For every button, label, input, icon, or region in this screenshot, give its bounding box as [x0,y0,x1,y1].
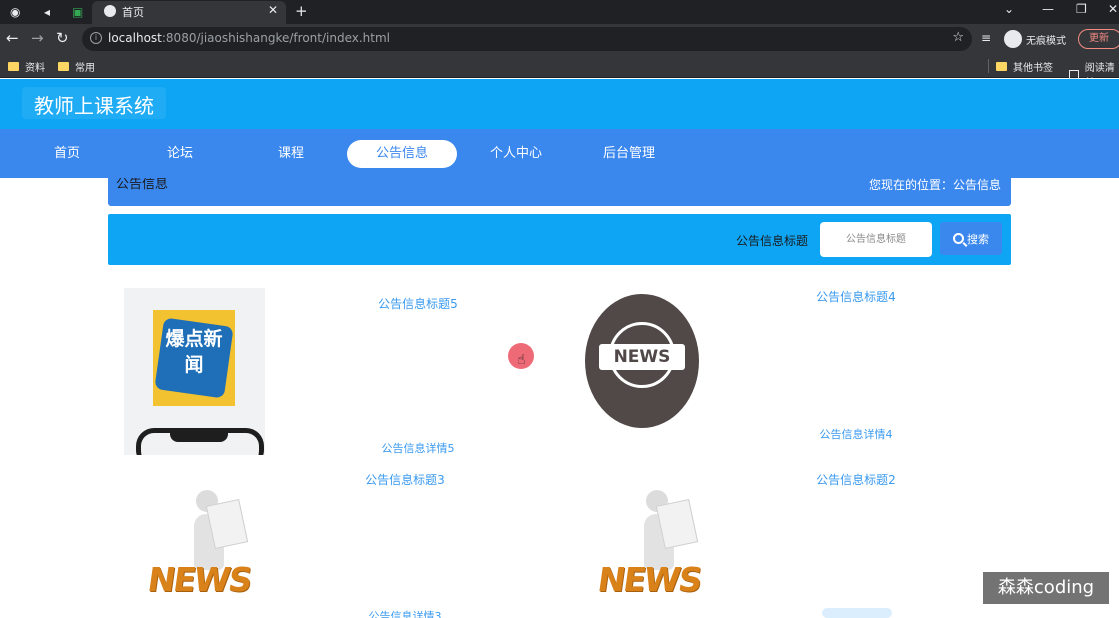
page-content: 公告信息 您现在的位置：公告信息 公告信息标题 搜索 爆点新闻 公告信息标题5 … [0,178,1119,618]
nav-home[interactable]: 首页 [12,140,122,168]
main-nav: 首页 论坛 课程 公告信息 个人中心 后台管理 [0,129,1119,178]
phone-notch [170,432,228,442]
news-badge: 爆点新闻 [153,310,235,406]
folder-icon [58,62,69,71]
site-title: 教师上课系统 [22,87,166,119]
folder-icon [8,62,19,71]
card-detail-placeholder[interactable] [822,608,892,618]
hand-cursor-icon: ☝ [517,352,526,368]
search-button-label: 搜索 [967,232,989,246]
back-icon[interactable]: ← [6,30,19,46]
card-detail[interactable]: 公告信息详情4 [756,426,956,442]
incognito-icon[interactable] [1004,30,1022,48]
breadcrumb: 公告信息 您现在的位置：公告信息 [108,178,1011,206]
globe-icon[interactable]: ◉ [10,3,20,21]
tab-search-icon[interactable]: ⌄ [1004,2,1014,16]
window-close-icon[interactable]: ✕ [1108,2,1118,16]
globe-news-image[interactable]: NEWS [585,294,699,428]
phone-news-image[interactable]: 爆点新闻 [124,288,265,455]
nav-announcements[interactable]: 公告信息 [347,140,457,168]
forward-icon[interactable]: → [31,30,44,46]
search-icon [953,233,964,244]
search-input[interactable] [820,222,932,257]
search-button[interactable]: 搜索 [940,222,1002,255]
other-bookmarks[interactable]: 其他书签 [996,59,1053,74]
reader-news-image[interactable]: NEWS [590,490,720,618]
card-title[interactable]: 公告信息标题2 [756,471,956,488]
restore-icon[interactable]: ❐ [1076,2,1087,16]
nav-admin[interactable]: 后台管理 [574,140,684,168]
sheets-icon[interactable]: ▣ [72,3,83,21]
section-title: 公告信息 [116,178,169,192]
bookmarks-bar: 资料 常用 其他书签 阅读清单 [0,54,1119,89]
site-info-icon[interactable]: i [90,32,102,44]
card-title[interactable]: 公告信息标题4 [756,288,956,305]
reading-list-icon [1069,69,1079,79]
bookmark-folder-ziliao[interactable]: 资料 [8,59,45,74]
card-title[interactable]: 公告信息标题3 [305,471,505,488]
search-label: 公告信息标题 [736,234,809,248]
bookmark-star-icon[interactable]: ☆ [952,30,964,45]
image-caption: NEWS [145,560,254,599]
incognito-label[interactable]: 无痕模式 [1026,32,1066,47]
browser-tab[interactable]: 首页 ✕ [92,1,286,24]
image-caption: 爆点新闻 [165,328,223,376]
site-header: 教师上课系统 [0,79,1119,129]
reader-news-image[interactable]: NEWS [140,490,270,618]
tab-title: 首页 [122,6,144,19]
update-button[interactable]: 更新 [1078,29,1119,49]
current-location: 您现在的位置：公告信息 [868,178,1001,192]
tab-close-icon[interactable]: ✕ [268,3,278,17]
browser-toolbar: ← → ↻ i localhost:8080/jiaoshishangke/fr… [0,24,1119,54]
browser-tab-bar: ◉ ◂ ▣ 首页 ✕ + ⌄ — ❐ ✕ [0,0,1119,24]
bookmarks-divider [988,59,989,73]
search-bar: 公告信息标题 搜索 [108,214,1011,265]
watermark: 森森coding [983,572,1109,604]
card-title[interactable]: 公告信息标题5 [318,295,518,312]
tab-favicon-icon [104,5,116,17]
card-detail[interactable]: 公告信息详情5 [318,440,518,456]
image-caption: NEWS [599,344,685,370]
image-caption: NEWS [595,560,704,599]
reading-mode-icon[interactable]: ≡ [981,31,991,45]
nav-courses[interactable]: 课程 [236,140,346,168]
minimize-icon[interactable]: — [1042,2,1054,16]
folder-icon [996,62,1007,71]
mute-icon[interactable]: ◂ [44,3,50,21]
card-detail[interactable]: 公告信息详情3 [305,608,505,618]
new-tab-icon[interactable]: + [295,2,308,20]
address-bar[interactable]: i localhost:8080/jiaoshishangke/front/in… [82,27,972,51]
nav-forum[interactable]: 论坛 [125,140,235,168]
bookmark-folder-changyong[interactable]: 常用 [58,59,95,74]
nav-personal-center[interactable]: 个人中心 [461,140,571,168]
url-text[interactable]: localhost:8080/jiaoshishangke/front/inde… [108,31,390,45]
reload-icon[interactable]: ↻ [56,30,69,46]
